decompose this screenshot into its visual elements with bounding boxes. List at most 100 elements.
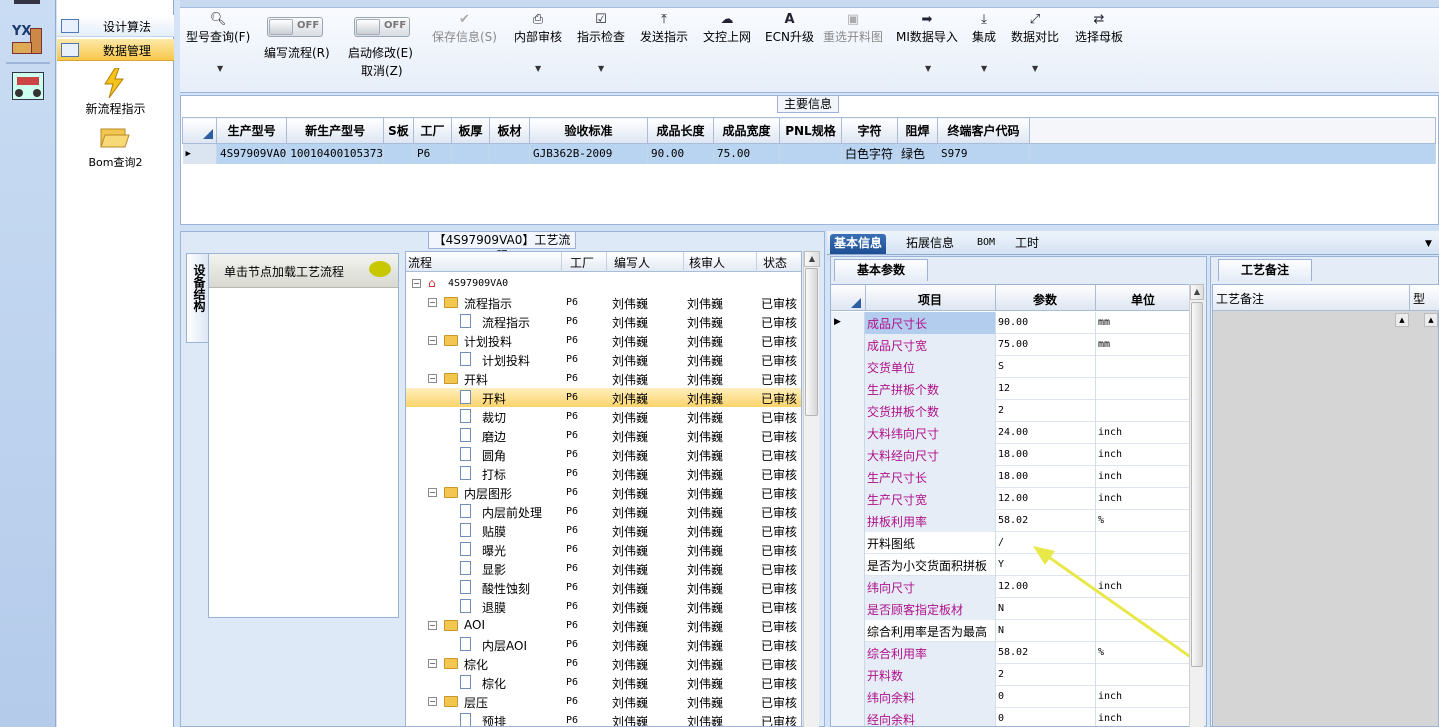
param-row[interactable]: ▶ 成品尺寸长 90.00 mm: [831, 312, 1189, 334]
row-selector[interactable]: [831, 378, 865, 400]
main-col-header[interactable]: PNL规格: [778, 117, 842, 144]
collapse-icon[interactable]: −: [428, 298, 437, 307]
equipment-structure-tab[interactable]: 设备结构: [186, 253, 208, 343]
remark-header-type[interactable]: 型: [1413, 290, 1425, 307]
row-selector[interactable]: [831, 664, 865, 686]
flow-tree-scrollbar[interactable]: ▲: [803, 251, 820, 727]
ecn-upgrade-button[interactable]: A ECN升级: [765, 12, 814, 45]
params-scrollbar[interactable]: ▲: [1189, 284, 1204, 727]
menu-icon[interactable]: [14, 0, 40, 4]
chevron-down-icon[interactable]: ▼: [217, 64, 223, 73]
main-col-header[interactable]: 工厂: [412, 117, 452, 144]
collapse-icon[interactable]: −: [428, 621, 437, 630]
tree-row[interactable]: − 内层图形 P6 刘伟巍 刘伟巍 已审核: [406, 483, 801, 502]
row-selector[interactable]: [831, 334, 865, 356]
scroll-up-icon[interactable]: ▲: [1395, 313, 1409, 327]
main-cell[interactable]: [383, 143, 414, 164]
main-col-header[interactable]: 板厚: [450, 117, 490, 144]
row-selector[interactable]: [831, 708, 865, 726]
chevron-down-icon[interactable]: ▼: [535, 64, 541, 73]
model-query-button[interactable]: 🔍︎ 型号查询(F): [186, 12, 250, 45]
collapse-icon[interactable]: −: [428, 659, 437, 668]
collapse-icon[interactable]: −: [428, 697, 437, 706]
main-col-header[interactable]: 阻焊: [896, 117, 938, 144]
tree-row[interactable]: 裁切 P6 刘伟巍 刘伟巍 已审核: [406, 407, 801, 426]
row-selector[interactable]: [831, 400, 865, 422]
integrate-button[interactable]: ⤓ 集成: [972, 12, 996, 45]
tree-row[interactable]: 显影 P6 刘伟巍 刘伟巍 已审核: [406, 559, 801, 578]
row-selector[interactable]: [831, 532, 865, 554]
tab-basic-info[interactable]: 基本信息: [830, 234, 887, 254]
tree-row[interactable]: 打标 P6 刘伟巍 刘伟巍 已审核: [406, 464, 801, 483]
main-cell[interactable]: GJB362B-2009: [529, 143, 648, 164]
tree-row[interactable]: 棕化 P6 刘伟巍 刘伟巍 已审核: [406, 673, 801, 692]
tree-row[interactable]: 计划投料 P6 刘伟巍 刘伟巍 已审核: [406, 350, 801, 369]
main-cell[interactable]: 白色字符: [841, 143, 898, 164]
main-cell[interactable]: [489, 143, 530, 164]
tree-row[interactable]: − 棕化 P6 刘伟巍 刘伟巍 已审核: [406, 654, 801, 673]
row-selector[interactable]: [831, 466, 865, 488]
row-selector[interactable]: [831, 642, 865, 664]
row-selector[interactable]: [831, 686, 865, 708]
tab-work-hours[interactable]: 工时: [1011, 234, 1043, 254]
nav-item-design-algorithm[interactable]: 设计算法: [57, 15, 174, 37]
mi-import-button[interactable]: ➡ MI数据导入: [896, 12, 958, 45]
chevron-down-icon[interactable]: ▼: [598, 64, 604, 73]
tree-row[interactable]: 贴膜 P6 刘伟巍 刘伟巍 已审核: [406, 521, 801, 540]
chevron-down-icon[interactable]: ▼: [1032, 64, 1038, 73]
lightning-icon[interactable]: [103, 67, 125, 99]
tab-process-remark[interactable]: 工艺备注: [1218, 259, 1312, 281]
bom-query-link[interactable]: Bom查询2: [57, 154, 174, 170]
param-row[interactable]: 大料经向尺寸 18.00 inch: [831, 444, 1189, 466]
tree-row[interactable]: − 层压 P6 刘伟巍 刘伟巍 已审核: [406, 692, 801, 711]
tree-row[interactable]: 流程指示 P6 刘伟巍 刘伟巍 已审核: [406, 312, 801, 331]
save-info-button[interactable]: ✔ 保存信息(S): [432, 12, 497, 45]
main-col-header[interactable]: 成品长度: [646, 117, 714, 144]
main-cell[interactable]: 10010400105373: [286, 143, 384, 164]
main-cell[interactable]: [451, 143, 490, 164]
tree-header-flow[interactable]: 流程: [408, 254, 432, 271]
scroll-up-icon[interactable]: ▲: [1190, 284, 1204, 300]
row-selector[interactable]: [831, 576, 865, 598]
row-selector[interactable]: [831, 620, 865, 642]
tree-header-factory[interactable]: 工厂: [570, 254, 594, 271]
tab-bom[interactable]: BOM: [973, 234, 999, 254]
tree-row[interactable]: 内层前处理 P6 刘伟巍 刘伟巍 已审核: [406, 502, 801, 521]
main-col-header[interactable]: 验收标准: [528, 117, 648, 144]
param-value[interactable]: 18.00: [995, 466, 1095, 488]
param-value[interactable]: S: [995, 356, 1095, 378]
tree-row[interactable]: 磨边 P6 刘伟巍 刘伟巍 已审核: [406, 426, 801, 445]
send-indication-button[interactable]: ⤒ 发送指示: [640, 12, 688, 45]
tree-row[interactable]: − 流程指示 P6 刘伟巍 刘伟巍 已审核: [406, 293, 801, 312]
comment-icon[interactable]: [369, 261, 391, 277]
collapse-icon[interactable]: −: [428, 374, 437, 383]
main-cell[interactable]: 75.00: [713, 143, 780, 164]
param-value[interactable]: 18.00: [995, 444, 1095, 466]
nav-item-data-management[interactable]: 数据管理: [57, 39, 174, 61]
row-selector[interactable]: [831, 554, 865, 576]
tree-row[interactable]: 圆角 P6 刘伟巍 刘伟巍 已审核: [406, 445, 801, 464]
param-row[interactable]: 交货单位 S: [831, 356, 1189, 378]
param-row[interactable]: 生产尺寸长 18.00 inch: [831, 466, 1189, 488]
scroll-up-icon[interactable]: ▲: [804, 251, 820, 267]
tab-dropdown-icon[interactable]: ▼: [1425, 239, 1432, 249]
tab-basic-params[interactable]: 基本参数: [834, 259, 928, 281]
reselect-cut-button[interactable]: ▣ 重选开料图: [823, 12, 883, 45]
chevron-down-icon[interactable]: ▼: [981, 64, 987, 73]
param-value[interactable]: 2: [995, 400, 1095, 422]
yx-factory-icon[interactable]: YX: [10, 22, 46, 56]
main-col-header[interactable]: 成品宽度: [712, 117, 780, 144]
params-header-item[interactable]: 项目: [865, 291, 995, 308]
main-cell[interactable]: 90.00: [647, 143, 714, 164]
tree-row[interactable]: 开料 P6 刘伟巍 刘伟巍 已审核: [406, 388, 801, 407]
scroll-thumb[interactable]: [805, 268, 818, 416]
main-cell[interactable]: S979: [937, 143, 1030, 164]
row-selector[interactable]: [831, 444, 865, 466]
row-selector[interactable]: ▶: [831, 312, 865, 334]
tree-root[interactable]: − ⌂ 4S97909VA0: [406, 274, 801, 293]
row-selector[interactable]: [831, 598, 865, 620]
main-col-header[interactable]: 终端客户代码: [936, 117, 1030, 144]
tree-row[interactable]: 预排 P6 刘伟巍 刘伟巍 已审核: [406, 711, 801, 726]
params-header-unit[interactable]: 单位: [1095, 291, 1189, 308]
param-row[interactable]: 生产拼板个数 12: [831, 378, 1189, 400]
